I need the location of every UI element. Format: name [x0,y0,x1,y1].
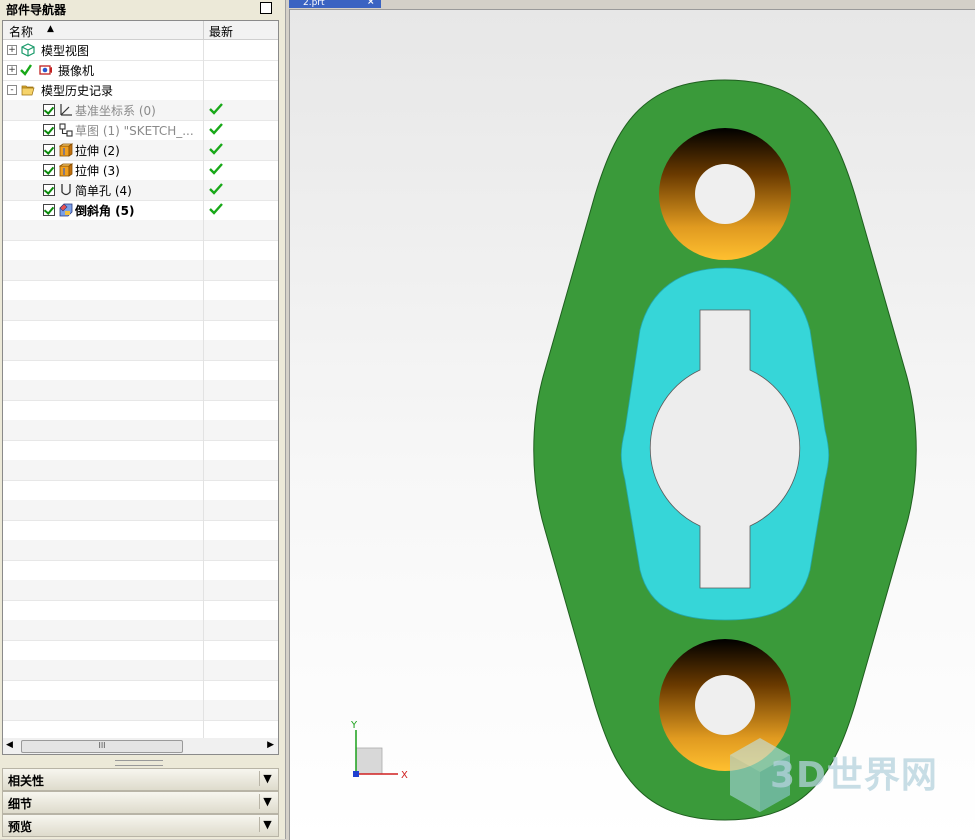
chevron-down-icon[interactable]: ▼ [259,771,275,786]
tree-header: 名称 ▲ 最新 [3,21,278,40]
up-to-date-check-icon [209,143,223,155]
navigator-title: 部件导航器 [6,3,67,17]
tree-node-label: 简单孔 (4) [75,184,132,198]
scroll-left-icon[interactable]: ◀ [6,740,13,750]
expand-icon[interactable]: + [7,65,17,75]
chevron-down-icon[interactable]: ▼ [259,794,275,809]
section-preview[interactable]: 预览 ▼ [2,814,279,837]
horizontal-scrollbar[interactable]: ◀ III ▶ [2,738,279,755]
section-label: 细节 [8,797,33,811]
upper-hole [695,164,755,224]
navigator-titlebar: 部件导航器 [0,0,278,18]
suppress-checkbox[interactable] [43,184,55,196]
suppress-checkbox[interactable] [43,204,55,216]
graphics-tab-bar: 2.prt × [287,0,975,8]
navigator-tree[interactable]: 名称 ▲ 最新 + 模型视图 + 摄像机 - 模型历史记录 基准坐标系 (0) … [2,20,279,740]
up-to-date-check-icon [209,183,223,195]
splitter-grip[interactable] [115,760,163,766]
extrude-icon [59,163,73,177]
close-icon[interactable]: × [367,0,375,7]
tree-node-chamfer[interactable]: 倒斜角 (5) [3,200,278,221]
tree-node-label: 模型历史记录 [41,84,114,98]
collapse-icon[interactable]: - [7,85,17,95]
section-label: 相关性 [8,774,45,788]
graphics-viewport[interactable]: Y X 3D世界网 [289,9,975,840]
folder-open-icon [21,85,35,96]
section-details[interactable]: 细节 ▼ [2,791,279,814]
column-divider[interactable] [203,21,204,39]
scroll-right-icon[interactable]: ▶ [267,740,274,750]
part-navigator-panel: 部件导航器 名称 ▲ 最新 + 模型视图 + 摄像机 - 模型历史记录 基准坐标… [0,0,286,839]
chevron-down-icon[interactable]: ▼ [259,817,275,832]
tree-node-label: 倒斜角 (5) [75,204,135,218]
up-to-date-check-icon [209,163,223,175]
tree-node-model-views[interactable]: + 模型视图 [3,40,278,61]
tree-node-label: 拉伸 (2) [75,144,120,158]
extrude-icon [59,143,73,157]
axis-x-label: X [401,770,408,781]
tab-label: 2.prt [303,0,325,8]
suppress-checkbox[interactable] [43,104,55,116]
wcs-triad [353,730,398,777]
expand-icon[interactable]: + [7,45,17,55]
column-header-latest[interactable]: 最新 [209,23,233,40]
up-to-date-check-icon [209,123,223,135]
simple-hole-icon [61,184,71,196]
section-dependencies[interactable]: 相关性 ▼ [2,768,279,791]
model-views-icon [21,43,35,57]
suppress-checkbox[interactable] [43,164,55,176]
suppress-checkbox[interactable] [43,144,55,156]
tree-node-extrude-2[interactable]: 拉伸 (2) [3,140,278,161]
datum-csys-icon [60,104,72,116]
lower-hole [695,675,755,735]
check-icon [20,64,32,76]
tab-part-file[interactable]: 2.prt × [289,0,381,8]
sort-ascending-icon[interactable]: ▲ [47,24,54,34]
up-to-date-check-icon [209,203,223,215]
column-header-name[interactable]: 名称 [9,23,33,40]
section-label: 预览 [8,820,33,834]
tree-node-model-history[interactable]: - 模型历史记录 [3,80,278,101]
tree-node-camera[interactable]: + 摄像机 [3,60,278,81]
tree-node-extrude-3[interactable]: 拉伸 (3) [3,160,278,181]
chamfer-icon [59,203,73,217]
tree-node-simple-hole[interactable]: 简单孔 (4) [3,180,278,201]
tree-node-label: 摄像机 [58,64,95,78]
tree-node-label: 基准坐标系 (0) [75,104,156,118]
watermark-text: 3D世界网 [770,755,938,796]
camera-icon [39,65,52,75]
tree-node-label: 模型视图 [41,44,90,58]
part-model: Y X [350,79,917,821]
tree-node-label: 草图 (1) "SKETCH_... [75,124,194,138]
suppress-checkbox[interactable] [43,124,55,136]
scrollbar-thumb[interactable]: III [21,740,183,753]
sketch-icon [59,123,73,137]
up-to-date-check-icon [209,103,223,115]
axis-y-label: Y [350,720,358,731]
tree-node-label: 拉伸 (3) [75,164,120,178]
tree-node-sketch[interactable]: 草图 (1) "SKETCH_... [3,120,278,141]
tree-node-datum-csys[interactable]: 基准坐标系 (0) [3,100,278,121]
maximize-icon[interactable] [260,2,272,14]
